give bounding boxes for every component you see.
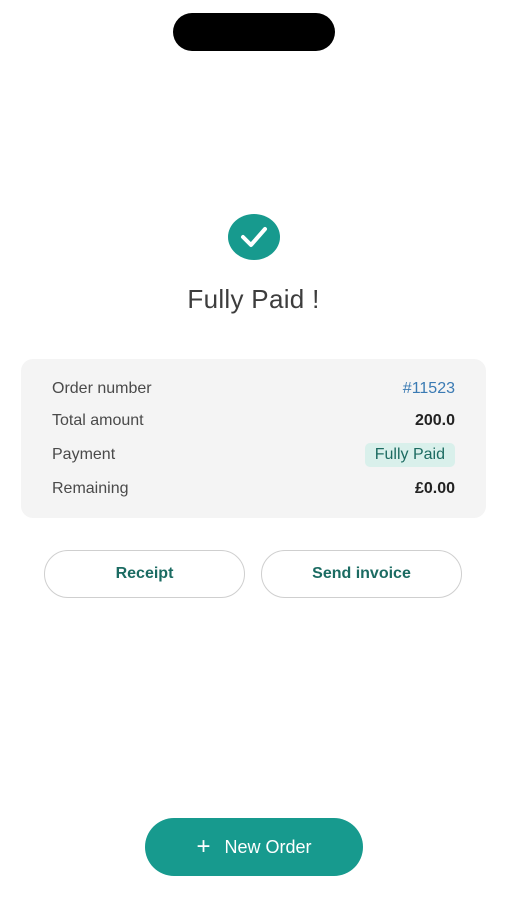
status-title: Fully Paid ! (187, 284, 320, 314)
total-amount-value: 200.0 (414, 412, 455, 429)
remaining-value: £0.00 (414, 480, 455, 497)
camera-notch (173, 13, 335, 51)
new-order-button[interactable]: + New Order (145, 818, 363, 876)
order-summary-card: Order number #11523 Total amount 200.0 P… (21, 359, 486, 518)
send-invoice-button[interactable]: Send invoice (261, 550, 462, 598)
total-amount-label: Total amount (52, 412, 144, 429)
new-order-label: New Order (224, 836, 312, 857)
order-number-row: Order number #11523 (52, 377, 455, 401)
total-amount-row: Total amount 200.0 (52, 409, 455, 433)
order-number-link[interactable]: #11523 (403, 380, 455, 398)
payment-row: Payment Fully Paid (52, 443, 455, 467)
order-number-label: Order number (52, 380, 152, 397)
receipt-button[interactable]: Receipt (44, 550, 245, 598)
check-circle-icon (228, 214, 280, 260)
plus-icon: + (196, 833, 211, 860)
payment-label: Payment (52, 446, 116, 463)
payment-status-badge: Fully Paid (364, 443, 455, 467)
remaining-row: Remaining £0.00 (52, 477, 455, 501)
remaining-label: Remaining (52, 480, 129, 497)
